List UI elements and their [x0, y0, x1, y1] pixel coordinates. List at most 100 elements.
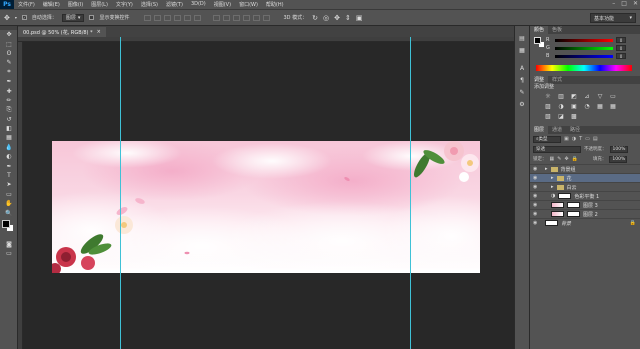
quick-mask-icon[interactable]: ◙	[0, 240, 18, 249]
brush-tool-icon[interactable]: ✏	[0, 96, 18, 105]
3d-rotate-icon[interactable]: ↻	[312, 14, 318, 22]
opacity-field[interactable]: 100%	[609, 145, 628, 153]
auto-select-checkbox[interactable]: ✓	[21, 15, 27, 20]
eraser-tool-icon[interactable]: ◧	[0, 124, 18, 133]
layer-row[interactable]: ◉ ▸ 白云	[530, 182, 640, 191]
menu-item[interactable]: 窗口(W)	[235, 1, 262, 8]
dodge-tool-icon[interactable]: ◐	[0, 152, 18, 161]
distribute-center-icon[interactable]	[253, 14, 261, 21]
adjustment-icon[interactable]: ▥	[557, 93, 565, 100]
lasso-tool-icon[interactable]: ʘ	[0, 49, 18, 58]
filter-pixel-icon[interactable]: ▣	[564, 136, 569, 142]
eye-icon[interactable]: ◉	[533, 220, 539, 226]
lock-transparent-icon[interactable]: ▦	[550, 156, 555, 162]
menu-item[interactable]: 编辑(E)	[39, 1, 64, 8]
close-tab-icon[interactable]: ×	[97, 29, 101, 35]
disclosure-triangle-icon[interactable]: ▸	[551, 175, 554, 181]
properties-icon[interactable]: ▦	[516, 47, 528, 57]
menu-item[interactable]: 文字(Y)	[112, 1, 137, 8]
tab-swatches[interactable]: 色板	[548, 26, 566, 34]
channel-value[interactable]: 0	[616, 45, 626, 51]
menu-item[interactable]: 选择(S)	[137, 1, 162, 8]
maximize-button[interactable]: □	[621, 0, 627, 7]
eye-icon[interactable]: ◉	[533, 175, 539, 181]
auto-select-dropdown[interactable]: 图层 ▾	[61, 13, 85, 22]
move-tool-icon[interactable]: ✥	[4, 14, 10, 22]
adjustment-icon[interactable]: ▧	[544, 113, 552, 120]
eye-icon[interactable]: ◉	[533, 184, 539, 190]
3d-scale-icon[interactable]: ▣	[356, 14, 363, 22]
type-tool-icon[interactable]: T	[0, 171, 18, 180]
adjustment-icon[interactable]: ▨	[544, 103, 552, 110]
adjustment-icon[interactable]: ▩	[570, 113, 578, 120]
lock-move-icon[interactable]: ✥	[564, 156, 568, 162]
guide-line-left[interactable]	[120, 37, 121, 349]
pen-tool-icon[interactable]: ✒	[0, 161, 18, 170]
fill-field[interactable]: 100%	[609, 155, 628, 163]
layer-row[interactable]: ◉ 背景 🔒	[530, 218, 640, 227]
filter-adjust-icon[interactable]: ◑	[572, 136, 576, 142]
menu-item[interactable]: 滤镜(T)	[162, 1, 187, 8]
layer-row[interactable]: ◉ ▸ 背景组	[530, 164, 640, 173]
adjustment-icon[interactable]: ▭	[609, 93, 617, 100]
tab-layers[interactable]: 图层	[530, 126, 549, 134]
marquee-tool-icon[interactable]: ⬚	[0, 39, 18, 48]
filter-shape-icon[interactable]: ▭	[585, 136, 590, 142]
align-top-icon[interactable]	[144, 14, 152, 21]
distribute-top-icon[interactable]	[213, 14, 221, 21]
guide-line-right[interactable]	[410, 37, 411, 349]
show-transform-checkbox[interactable]	[89, 15, 95, 20]
gradient-tool-icon[interactable]: ▦	[0, 133, 18, 142]
3d-slide-icon[interactable]: ⇕	[345, 14, 351, 22]
screen-mode-icon[interactable]: ▭	[0, 249, 18, 258]
adjustment-icon[interactable]: ▽	[596, 93, 604, 100]
align-left-icon[interactable]	[174, 14, 182, 21]
adjustment-icon[interactable]: ▣	[570, 103, 578, 110]
tab-styles[interactable]: 样式	[548, 76, 566, 84]
chevron-down-icon[interactable]: ▾	[15, 15, 17, 20]
layer-row[interactable]: ◉ 图层 2	[530, 209, 640, 218]
color-spectrum-bar[interactable]	[536, 65, 632, 71]
crop-tool-icon[interactable]: ⌗	[0, 68, 18, 77]
eye-icon[interactable]: ◉	[533, 202, 539, 208]
layer-row[interactable]: ◉ ◑ 色彩平衡 1	[530, 191, 640, 200]
eye-icon[interactable]: ◉	[533, 211, 539, 217]
adjustment-icon[interactable]: ☼	[544, 93, 552, 100]
channel-value[interactable]: 0	[616, 37, 626, 43]
layer-row[interactable]: ◉ 图层 3	[530, 200, 640, 209]
3d-drag-icon[interactable]: ✥	[334, 14, 340, 22]
distribute-left-icon[interactable]	[243, 14, 251, 21]
align-right-icon[interactable]	[194, 14, 202, 21]
healing-tool-icon[interactable]: ✚	[0, 86, 18, 95]
tab-channels[interactable]: 通道	[548, 126, 566, 134]
zoom-tool-icon[interactable]: 🔍	[0, 208, 18, 217]
lock-all-icon[interactable]: 🔒	[572, 156, 578, 162]
distribute-bottom-icon[interactable]	[233, 14, 241, 21]
channel-slider[interactable]	[555, 38, 613, 42]
foreground-color-chip[interactable]	[534, 37, 541, 44]
lock-paint-icon[interactable]: ✎	[557, 156, 561, 162]
disclosure-triangle-icon[interactable]: ▸	[551, 184, 554, 190]
eye-icon[interactable]: ◉	[533, 193, 539, 199]
adjustment-icon[interactable]: ▦	[609, 103, 617, 110]
hand-tool-icon[interactable]: ✋	[0, 199, 18, 208]
disclosure-triangle-icon[interactable]: ▸	[545, 166, 548, 172]
eye-icon[interactable]: ◉	[533, 166, 539, 172]
adjustment-icon[interactable]: ⊿	[583, 93, 591, 100]
shape-tool-icon[interactable]: ▭	[0, 190, 18, 199]
path-select-tool-icon[interactable]: ➤	[0, 180, 18, 189]
filter-smart-icon[interactable]: ▤	[593, 136, 598, 142]
menu-item[interactable]: 文件(F)	[14, 1, 39, 8]
distribute-middle-icon[interactable]	[223, 14, 231, 21]
stamp-tool-icon[interactable]: ⎘	[0, 105, 18, 114]
tool-presets-icon[interactable]: ⚙	[516, 101, 528, 111]
channel-value[interactable]: 0	[616, 53, 626, 59]
adjustment-icon[interactable]: ▦	[596, 103, 604, 110]
minimize-button[interactable]: –	[612, 0, 615, 7]
tab-paths[interactable]: 路径	[566, 126, 584, 134]
eyedropper-tool-icon[interactable]: ✒	[0, 77, 18, 86]
menu-item[interactable]: 帮助(H)	[262, 1, 288, 8]
menu-item[interactable]: 视图(V)	[210, 1, 235, 8]
3d-roll-icon[interactable]: ◎	[323, 14, 329, 22]
history-icon[interactable]: ▤	[516, 35, 528, 45]
